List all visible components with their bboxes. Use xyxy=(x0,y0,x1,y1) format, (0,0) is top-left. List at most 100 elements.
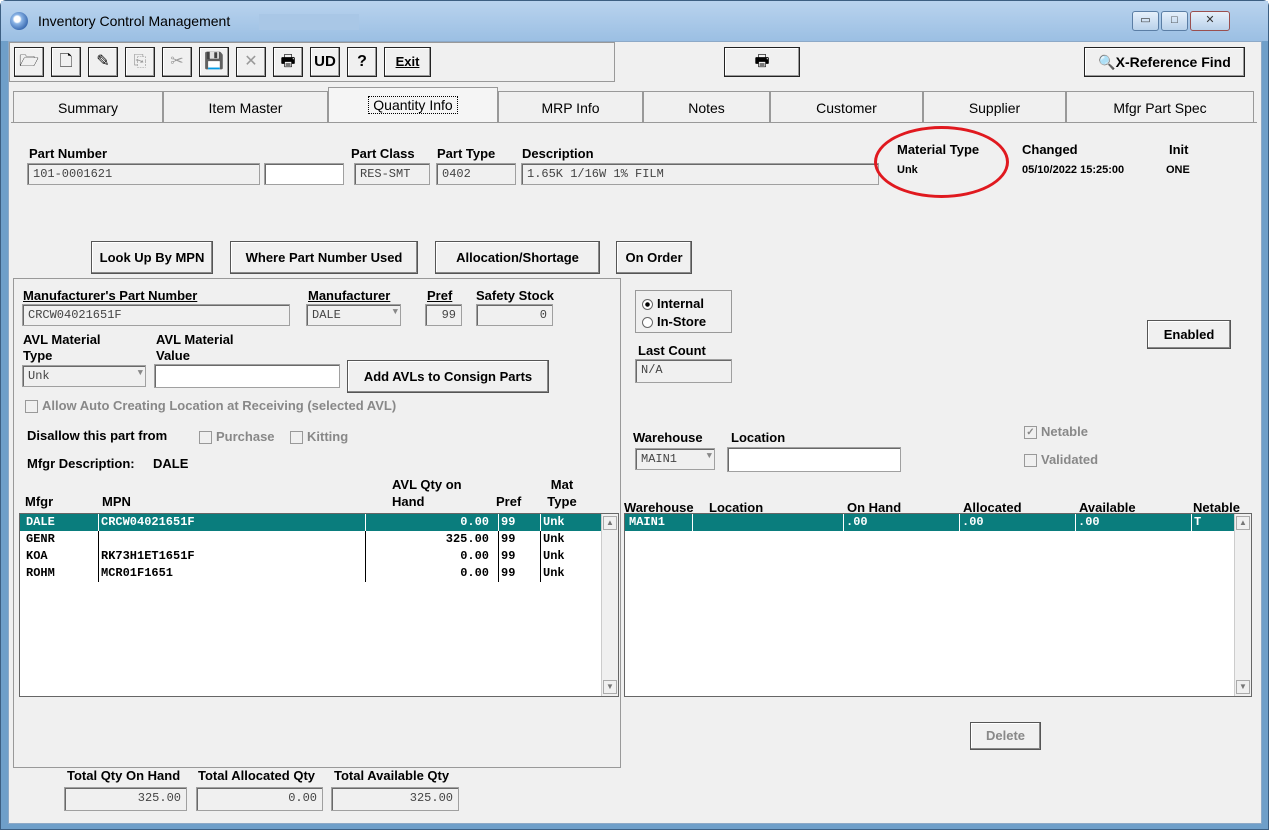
chevron-down-icon: ▼ xyxy=(706,451,712,461)
table-cell: Unk xyxy=(540,531,590,548)
app-window: Inventory Control Management ▭ □ ✕ 🗁 🗋 ✎… xyxy=(0,0,1269,830)
init-value: ONE xyxy=(1166,164,1190,176)
part-type-field[interactable]: 0402 xyxy=(436,163,516,185)
table-row[interactable]: DALE CRCW04021651F 0.00 99 Unk xyxy=(20,514,601,531)
safety-stock-field[interactable]: 0 xyxy=(476,304,553,326)
part-class-field[interactable]: RES-SMT xyxy=(354,163,430,185)
mpn-label: Manufacturer's Part Number xyxy=(23,288,198,303)
scroll-up-icon[interactable]: ▲ xyxy=(603,516,617,530)
table-cell: 99 xyxy=(498,531,536,548)
avl-table[interactable]: DALE CRCW04021651F 0.00 99 Unk GENR 325.00 99 Un… xyxy=(19,513,619,697)
table-cell: .00 xyxy=(959,514,1074,531)
open-folder-icon[interactable]: 🗁 xyxy=(14,47,44,77)
tab-mfgr-part-spec[interactable]: Mfgr Part Spec xyxy=(1066,91,1254,123)
ud-logo-icon[interactable]: UD xyxy=(310,47,340,77)
table-cell: .00 xyxy=(1075,514,1190,531)
allocation-shortage-button[interactable]: Allocation/Shortage xyxy=(435,241,600,274)
copy-icon[interactable]: ⎘ xyxy=(125,47,155,77)
warehouse-table[interactable]: MAIN1.00.00.00 T ▲ ▼ xyxy=(624,513,1252,697)
total-allocated-field[interactable]: 0.00 xyxy=(196,787,323,811)
edit-icon[interactable]: ✎ xyxy=(88,47,118,77)
part-number-label: Part Number xyxy=(29,146,108,161)
validated-checkbox[interactable]: Validated xyxy=(1024,452,1099,468)
scroll-up-icon[interactable]: ▲ xyxy=(1236,516,1250,530)
manufacturer-select[interactable]: DALE ▼ xyxy=(306,304,401,326)
minimize-button[interactable]: ▭ xyxy=(1132,11,1159,31)
warehouse-select[interactable]: MAIN1 ▼ xyxy=(635,448,715,470)
delete-button[interactable]: Delete xyxy=(970,722,1041,750)
table-row[interactable]: KOA RK73H1ET1651F 0.00 99 Unk xyxy=(20,548,601,565)
kitting-checkbox[interactable]: Kitting xyxy=(290,429,348,445)
avl-value-field[interactable] xyxy=(154,364,340,388)
allow-auto-checkbox[interactable]: Allow Auto Creating Location at Receivin… xyxy=(25,398,396,414)
printer-icon[interactable]: 🖶 xyxy=(273,47,303,77)
table-cell: Unk xyxy=(540,514,590,531)
radio-icon xyxy=(642,317,653,329)
table-cell xyxy=(692,514,842,531)
validated-label: Validated xyxy=(1041,452,1099,467)
lookup-by-mpn-button[interactable]: Look Up By MPN xyxy=(91,241,213,274)
pref-field[interactable]: 99 xyxy=(425,304,462,326)
xref-find-button[interactable]: 🔍X-Reference Find xyxy=(1084,47,1245,77)
table-cell: 99 xyxy=(498,514,536,531)
cut-icon[interactable]: ✂ xyxy=(162,47,192,77)
internal-label: Internal xyxy=(657,296,704,311)
new-document-icon[interactable]: 🗋 xyxy=(51,47,81,77)
internal-radio[interactable]: Internal xyxy=(642,296,704,311)
tab-mrp-info[interactable]: MRP Info xyxy=(498,91,643,123)
instore-radio[interactable]: In-Store xyxy=(642,314,706,329)
print-button[interactable]: 🖶 xyxy=(724,47,800,77)
avl-scrollbar[interactable]: ▲ ▼ xyxy=(601,514,618,696)
scroll-down-icon[interactable]: ▼ xyxy=(603,680,617,694)
warehouse-scrollbar[interactable]: ▲ ▼ xyxy=(1234,514,1251,696)
table-cell: 325.00 xyxy=(365,531,495,548)
last-count-label: Last Count xyxy=(638,343,706,358)
col-mpn: MPN xyxy=(102,494,131,509)
save-icon[interactable]: 💾 xyxy=(199,47,229,77)
chevron-down-icon: ▼ xyxy=(392,307,398,317)
scroll-down-icon[interactable]: ▼ xyxy=(1236,680,1250,694)
table-row[interactable]: MAIN1.00.00.00 T xyxy=(625,514,1234,531)
table-cell: MCR01F1651 xyxy=(98,565,363,582)
checkbox-icon xyxy=(199,431,212,445)
tab-notes[interactable]: Notes xyxy=(643,91,770,123)
avl-type-select[interactable]: Unk ▼ xyxy=(22,365,146,387)
total-available-field[interactable]: 325.00 xyxy=(331,787,459,811)
on-order-button[interactable]: On Order xyxy=(616,241,692,274)
chevron-down-icon: ▼ xyxy=(137,368,143,378)
total-on-hand-field[interactable]: 325.00 xyxy=(64,787,187,811)
mpn-field[interactable]: CRCW04021651F xyxy=(22,304,290,326)
part-number-field[interactable]: 101-0001621 xyxy=(27,163,260,185)
add-avls-button[interactable]: Add AVLs to Consign Parts xyxy=(347,360,549,393)
where-used-button[interactable]: Where Part Number Used xyxy=(230,241,418,274)
purchase-checkbox[interactable]: Purchase xyxy=(199,429,275,445)
help-icon[interactable]: ? xyxy=(347,47,377,77)
table-cell: 99 xyxy=(498,565,536,582)
tab-supplier[interactable]: Supplier xyxy=(923,91,1066,123)
table-cell xyxy=(98,531,363,548)
description-field[interactable]: 1.65K 1/16W 1% FILM xyxy=(521,163,879,185)
table-row[interactable]: ROHM MCR01F1651 0.00 99 Unk xyxy=(20,565,601,582)
table-cell: DALE xyxy=(26,515,55,529)
location-field[interactable] xyxy=(727,447,901,472)
part-type-label: Part Type xyxy=(437,146,496,161)
table-cell: Unk xyxy=(540,565,590,582)
tab-item-master[interactable]: Item Master xyxy=(163,91,328,123)
last-count-field[interactable]: N/A xyxy=(635,359,732,383)
exit-button[interactable]: Exit xyxy=(384,47,431,77)
maximize-button[interactable]: □ xyxy=(1161,11,1188,31)
close-button[interactable]: ✕ xyxy=(1190,11,1230,31)
tab-summary[interactable]: Summary xyxy=(13,91,163,123)
changed-label: Changed xyxy=(1022,142,1078,157)
netable-checkbox[interactable]: ✓ Netable xyxy=(1024,424,1088,440)
enabled-button[interactable]: Enabled xyxy=(1147,320,1231,349)
table-row[interactable]: GENR 325.00 99 Unk xyxy=(20,531,601,548)
tab-quantity-info[interactable]: Quantity Info xyxy=(328,87,498,123)
changed-value: 05/10/2022 15:25:00 xyxy=(1022,164,1125,176)
cancel-icon[interactable]: ✕ xyxy=(236,47,266,77)
part-number-suffix-field[interactable] xyxy=(264,163,344,185)
description-label: Description xyxy=(522,146,594,161)
tab-customer[interactable]: Customer xyxy=(770,91,923,123)
table-cell: CRCW04021651F xyxy=(98,514,363,531)
table-cell: 0.00 xyxy=(365,514,495,531)
